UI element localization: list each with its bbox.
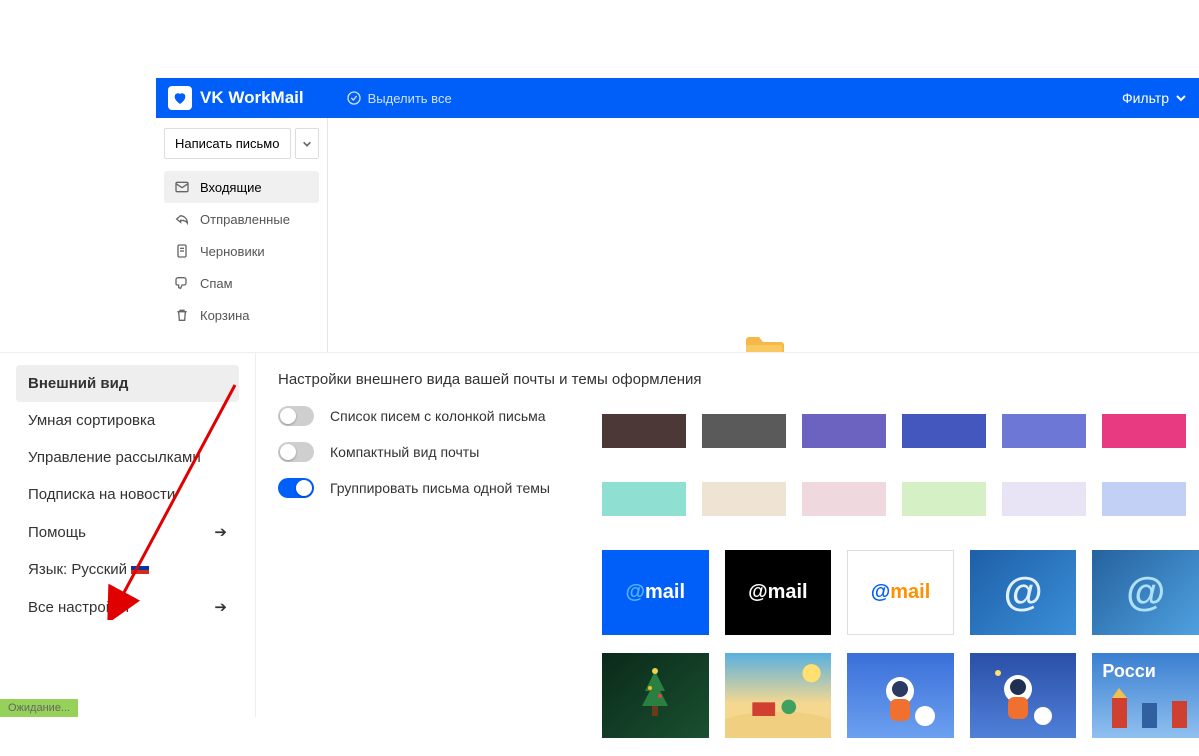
folder-trash[interactable]: Корзина bbox=[164, 299, 319, 331]
chevron-down-icon bbox=[1175, 92, 1187, 104]
folder-spam[interactable]: Спам bbox=[164, 267, 319, 299]
status-text: Ожидание... bbox=[8, 702, 70, 714]
theme-tile-row: Росси bbox=[602, 653, 1199, 738]
thumbsdown-icon bbox=[174, 275, 190, 291]
select-all-button[interactable]: Выделить все bbox=[346, 90, 452, 106]
compose-button[interactable]: Написать письмо bbox=[164, 128, 291, 159]
flag-russia-icon bbox=[131, 561, 149, 573]
color-swatch[interactable] bbox=[902, 482, 986, 516]
settings-sidebar: Внешний видУмная сортировкаУправление ра… bbox=[0, 353, 256, 717]
toggle-column[interactable] bbox=[278, 406, 314, 426]
color-swatch-row bbox=[602, 414, 1199, 448]
theme-tile-ice2[interactable]: @ bbox=[1092, 550, 1199, 635]
folder-sent[interactable]: Отправленные bbox=[164, 203, 319, 235]
mail-header: VK WorkMail Выделить все Фильтр bbox=[156, 78, 1199, 118]
trash-icon bbox=[174, 307, 190, 323]
theme-tile-black[interactable]: @ mail bbox=[725, 550, 832, 635]
toggle-label: Группировать письма одной темы bbox=[330, 480, 550, 496]
folder-inbox[interactable]: Входящие bbox=[164, 171, 319, 203]
filter-label: Фильтр bbox=[1122, 90, 1169, 106]
color-swatch[interactable] bbox=[602, 414, 686, 448]
inbox-icon bbox=[174, 179, 190, 195]
color-swatch[interactable] bbox=[1002, 414, 1086, 448]
theme-tile-space2[interactable] bbox=[970, 653, 1077, 738]
color-swatch[interactable] bbox=[702, 414, 786, 448]
brand-name: VK WorkMail bbox=[200, 88, 304, 108]
theme-tile-row: @ mail@ mail@ mail@@ bbox=[602, 550, 1199, 635]
color-swatch[interactable] bbox=[1102, 482, 1186, 516]
logo bbox=[168, 86, 192, 110]
status-bar: Ожидание... bbox=[0, 699, 78, 717]
select-all-label: Выделить все bbox=[368, 91, 452, 106]
sidebar-item-lang[interactable]: Язык: Русский bbox=[16, 551, 239, 588]
file-icon bbox=[174, 243, 190, 259]
theme-tile-space1[interactable] bbox=[847, 653, 954, 738]
toggle-label: Компактный вид почты bbox=[330, 444, 479, 460]
color-swatch[interactable] bbox=[1102, 414, 1186, 448]
themes-area: @ mail@ mail@ mail@@ Росси bbox=[602, 414, 1199, 756]
theme-tile-ice1[interactable]: @ bbox=[970, 550, 1077, 635]
theme-tile-blue[interactable]: @ mail bbox=[602, 550, 709, 635]
sidebar-item-smart[interactable]: Умная сортировка bbox=[16, 402, 239, 439]
color-swatch[interactable] bbox=[902, 414, 986, 448]
color-swatch[interactable] bbox=[802, 414, 886, 448]
theme-tile-russia[interactable]: Росси bbox=[1092, 653, 1199, 738]
mail-app: VK WorkMail Выделить все Фильтр Написать… bbox=[156, 78, 1199, 368]
sidebar-item-newsletters[interactable]: Управление рассылками bbox=[16, 439, 239, 476]
sidebar-item-all[interactable]: Все настройки➔ bbox=[16, 588, 239, 626]
mail-body: Написать письмо ВходящиеОтправленныеЧерн… bbox=[156, 118, 1199, 368]
settings-title: Настройки внешнего вида вашей почты и те… bbox=[278, 371, 1177, 388]
sidebar-item-appearance[interactable]: Внешний вид bbox=[16, 365, 239, 402]
color-swatch[interactable] bbox=[802, 482, 886, 516]
toggle-compact[interactable] bbox=[278, 442, 314, 462]
sidebar-item-help[interactable]: Помощь➔ bbox=[16, 513, 239, 551]
reply-icon bbox=[174, 211, 190, 227]
filter-dropdown[interactable]: Фильтр bbox=[1122, 90, 1187, 106]
mail-content-area bbox=[328, 118, 1199, 368]
folder-drafts[interactable]: Черновики bbox=[164, 235, 319, 267]
color-swatch[interactable] bbox=[702, 482, 786, 516]
arrow-right-icon: ➔ bbox=[214, 598, 227, 616]
theme-tile-white[interactable]: @ mail bbox=[847, 550, 954, 635]
color-swatch[interactable] bbox=[1002, 482, 1086, 516]
toggle-label: Список писем с колонкой письма bbox=[330, 408, 546, 424]
compose-dropdown-button[interactable] bbox=[295, 128, 319, 159]
chevron-down-icon bbox=[302, 139, 312, 149]
toggle-group[interactable] bbox=[278, 478, 314, 498]
theme-tile-beach[interactable] bbox=[725, 653, 832, 738]
theme-tile-xmas[interactable] bbox=[602, 653, 709, 738]
color-swatch[interactable] bbox=[602, 482, 686, 516]
sidebar-item-subscribe[interactable]: Подписка на новости bbox=[16, 476, 239, 513]
color-swatch-row bbox=[602, 482, 1199, 516]
compose-row: Написать письмо bbox=[164, 128, 319, 159]
arrow-right-icon: ➔ bbox=[214, 523, 227, 541]
heart-icon bbox=[172, 90, 188, 106]
check-circle-icon bbox=[346, 90, 362, 106]
folder-sidebar: Написать письмо ВходящиеОтправленныеЧерн… bbox=[156, 118, 328, 368]
